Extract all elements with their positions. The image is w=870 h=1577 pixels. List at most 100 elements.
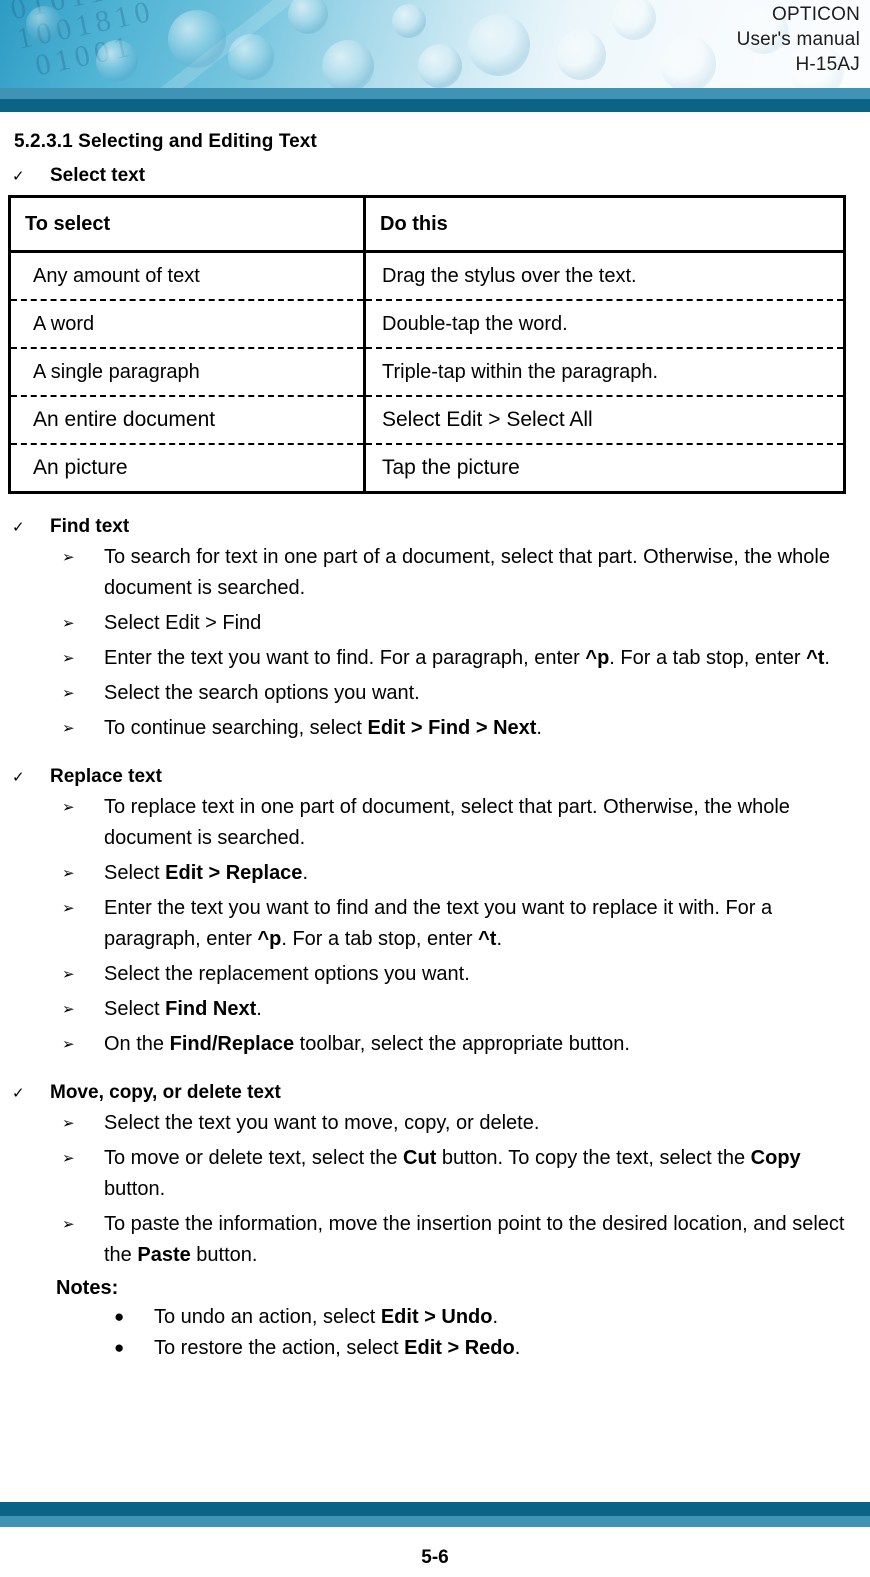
header-titles: OPTICON User's manual H-15AJ [737, 2, 860, 77]
list-item: ➢ To paste the information, move the inse… [6, 1209, 854, 1271]
footer-rule-dark [0, 1502, 870, 1516]
list-item: ➢ To search for text in one part of a doc… [6, 542, 854, 604]
page-footer: 5-6 [0, 1502, 870, 1577]
cell-do-this: Double-tap the word. [364, 299, 845, 348]
header-rule-light [0, 88, 870, 99]
cell-to-select: An entire document [9, 395, 366, 444]
list-item: ➢ Select the replacement options you want… [6, 959, 854, 990]
subsection-replace-text-head: ✓ Replace text [6, 766, 854, 788]
page-title: 5.2.3.1 Selecting and Editing Text [14, 131, 317, 152]
list-item: ➢ To continue searching, select Edit > Fi… [6, 713, 854, 744]
cell-to-select: An picture [9, 443, 366, 493]
find-text-list: ➢ To search for text in one part of a doc… [6, 542, 854, 744]
subsection-heading: Move, copy, or delete text [50, 1082, 281, 1103]
bullet-dot-icon: ● [114, 1307, 125, 1326]
note-item: ● To restore the action, select Edit > Re… [6, 1333, 854, 1363]
chevron-right-icon: ➢ [62, 650, 75, 667]
table-body: To select Do this Any amount of text Dra… [9, 196, 845, 493]
list-item-text: To restore the action, select Edit > Red… [154, 1337, 521, 1359]
list-item: ➢ Select Edit > Find [6, 608, 854, 639]
check-icon: ✓ [12, 1085, 25, 1102]
cell-to-select: A word [9, 299, 366, 348]
list-item-text: To move or delete text, select the Cut b… [104, 1147, 801, 1200]
footer-rule-light [0, 1516, 870, 1527]
subsection-heading: Find text [50, 516, 130, 537]
list-item-text: Select Edit > Replace. [104, 862, 308, 884]
banner-bubble [96, 40, 138, 82]
list-item: ➢ Select Edit > Replace. [6, 858, 854, 889]
subsection-find-text: ✓ Find text ➢ To search for text in one p… [6, 516, 854, 744]
list-item-text: Select the search options you want. [104, 682, 420, 704]
chevron-right-icon: ➢ [62, 1115, 75, 1132]
model-number: H-15AJ [795, 54, 860, 75]
chevron-right-icon: ➢ [62, 900, 75, 917]
subsection-select-text: ✓ Select text [6, 165, 854, 187]
replace-text-list: ➢ To replace text in one part of document… [6, 792, 854, 1060]
select-text-table: To select Do this Any amount of text Dra… [8, 195, 846, 494]
column-header-do-this: Do this [364, 196, 845, 253]
list-item-text: To undo an action, select Edit > Undo. [154, 1306, 499, 1328]
notes-list: ● To undo an action, select Edit > Undo. ●… [6, 1302, 854, 1363]
banner-bubble [612, 0, 656, 40]
subsection-replace-text: ✓ Replace text ➢ To replace text in one p… [6, 766, 854, 1060]
list-item-text: Select Edit > Find [104, 612, 262, 634]
list-item-text: Select the replacement options you want. [104, 963, 470, 985]
cell-do-this: Triple-tap within the paragraph. [364, 347, 845, 396]
banner-bubble [288, 0, 328, 34]
notes-label: Notes: [56, 1277, 119, 1299]
subsection-find-text-head: ✓ Find text [6, 516, 854, 538]
chevron-right-icon: ➢ [62, 720, 75, 737]
banner-bubble [556, 30, 606, 80]
list-item-text: Select the text you want to move, copy, … [104, 1112, 540, 1134]
cell-do-this: Drag the stylus over the text. [382, 264, 637, 287]
banner-bubble [660, 36, 716, 88]
list-item: ➢ To replace text in one part of document… [6, 792, 854, 854]
cell-do-this: Select Edit > Select All [364, 395, 845, 444]
subsection-move-copy-delete: ✓ Move, copy, or delete text ➢ Select the… [6, 1082, 854, 1363]
column-header-to-select: To select [9, 196, 366, 253]
cell-to-select: Any amount of text [9, 251, 366, 300]
banner-bubble [468, 14, 530, 76]
banner-bubble [26, 6, 62, 42]
list-item: ➢ Select the search options you want. [6, 678, 854, 709]
chevron-right-icon: ➢ [62, 1001, 75, 1018]
banner-bubble [168, 10, 226, 68]
table-row: An entire document Select Edit > Select … [9, 395, 845, 444]
chevron-right-icon: ➢ [62, 966, 75, 983]
subsection-heading: Select text [50, 165, 146, 186]
list-item-text: Select Find Next. [104, 998, 262, 1020]
list-item-text: Enter the text you want to find. For a p… [104, 647, 830, 669]
chevron-right-icon: ➢ [62, 615, 75, 632]
table-row: A single paragraph Triple-tap within the… [9, 347, 845, 396]
list-item-text: To continue searching, select Edit > Fin… [104, 717, 542, 739]
chevron-right-icon: ➢ [62, 1036, 75, 1053]
table-row: A word Double-tap the word. [9, 299, 845, 348]
list-item: ➢ Select Find Next. [6, 994, 854, 1025]
check-icon: ✓ [12, 519, 25, 536]
move-copy-delete-list: ➢ Select the text you want to move, copy,… [6, 1108, 854, 1271]
list-item-text: Enter the text you want to find and the … [104, 897, 773, 950]
page-header: 0101101 1001810 01001 OPTICON User's man… [0, 0, 870, 112]
chevron-right-icon: ➢ [62, 1216, 75, 1233]
check-icon: ✓ [12, 168, 25, 185]
page-content: 5.2.3.1 Selecting and Editing Text ✓ Sel… [0, 131, 870, 1363]
brand-name: OPTICON [772, 4, 860, 25]
check-icon: ✓ [12, 769, 25, 786]
banner-bubble [228, 34, 274, 80]
chevron-right-icon: ➢ [62, 865, 75, 882]
list-item-text: To replace text in one part of document,… [104, 796, 790, 849]
list-item: ➢ On the Find/Replace toolbar, select the… [6, 1029, 854, 1060]
list-item: ➢ Enter the text you want to find. For a … [6, 643, 854, 674]
page-number: 5-6 [421, 1547, 449, 1568]
subsection-move-copy-delete-head: ✓ Move, copy, or delete text [6, 1082, 854, 1104]
banner-bubble [322, 40, 374, 88]
list-item-text: To paste the information, move the inser… [104, 1213, 845, 1266]
table-row: Any amount of text Drag the stylus over … [9, 251, 845, 300]
list-item: ➢ To move or delete text, select the Cut … [6, 1143, 854, 1205]
banner-bubble [392, 4, 426, 38]
chevron-right-icon: ➢ [62, 685, 75, 702]
list-item-text: To search for text in one part of a docu… [104, 546, 830, 599]
manual-subtitle: User's manual [736, 29, 860, 50]
subsection-heading: Replace text [50, 766, 162, 787]
cell-to-select: A single paragraph [9, 347, 366, 396]
